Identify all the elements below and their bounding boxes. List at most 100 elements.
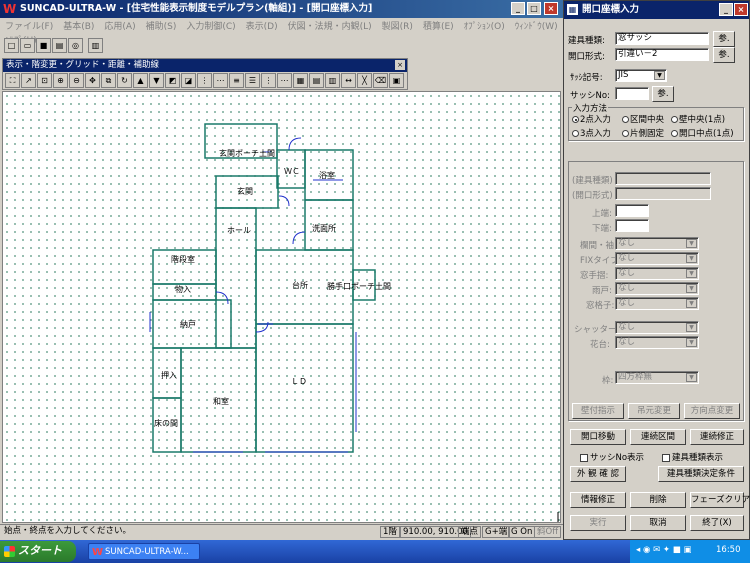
menu-estimate[interactable]: 積算(E) bbox=[418, 20, 459, 34]
floating-close-icon[interactable]: × bbox=[395, 60, 405, 70]
grid-3-icon[interactable]: ≡ bbox=[229, 73, 244, 88]
guide-clear-icon[interactable]: ▣ bbox=[389, 73, 404, 88]
radio-one-side-fixed[interactable]: 片側固定 bbox=[622, 127, 664, 139]
phase-clear-button[interactable]: フェーズクリア bbox=[690, 492, 750, 508]
exit-button[interactable]: 終了(X) bbox=[690, 515, 744, 531]
radio-opening-midpoint[interactable]: 開口中点(1点) bbox=[671, 127, 734, 139]
floor-select-icon[interactable]: ◩ bbox=[165, 73, 180, 88]
menu-drafting[interactable]: 製図(R) bbox=[377, 20, 418, 34]
fit-view-icon[interactable]: ⛶ bbox=[5, 73, 20, 88]
suncad-icon: W bbox=[92, 547, 104, 558]
window-rail-select: なし ▼ bbox=[615, 267, 699, 280]
guide-line-icon[interactable]: ╳ bbox=[357, 73, 372, 88]
label-hall: ホール bbox=[227, 226, 251, 235]
zoom-out-icon[interactable]: ⊖ bbox=[69, 73, 84, 88]
main-toolbar: □ ▭ ■ ▤ ◎ ▥ bbox=[4, 38, 104, 55]
opening-type-ref-button[interactable]: 参. bbox=[713, 47, 735, 63]
grid-1-icon[interactable]: ⋮ bbox=[197, 73, 212, 88]
info-edit-button[interactable]: 情報修正 bbox=[570, 492, 626, 508]
run-button[interactable]: 実行 bbox=[570, 515, 626, 531]
window-title: SUNCAD-ULTRA-W - [住宅性能表示制度モデルプラン(軸組)] - … bbox=[20, 3, 373, 14]
floor-copy-icon[interactable]: ◪ bbox=[181, 73, 196, 88]
maximize-button[interactable]: □ bbox=[527, 2, 541, 15]
direction-change-button[interactable]: 方向点変更 bbox=[684, 403, 740, 419]
panel-minimize-button[interactable]: _ bbox=[719, 3, 733, 16]
grid-2-icon[interactable]: ⋯ bbox=[213, 73, 228, 88]
floor-plan: 玄関ポーチ土間 ＷＣ 浴室 玄関 ホール 洗面所 階段室 物入 台所 勝手口ポー… bbox=[149, 123, 559, 522]
distance-icon[interactable]: ↔ bbox=[341, 73, 356, 88]
fixture-type-readonly-label: (建具種類) bbox=[572, 176, 613, 186]
menu-basic[interactable]: 基本(B) bbox=[58, 20, 99, 34]
continuous-section-button[interactable]: 連続区間 bbox=[630, 429, 686, 445]
bottom-edge-label: 下端: bbox=[592, 224, 612, 234]
grid-9-icon[interactable]: ▥ bbox=[325, 73, 340, 88]
sash-no-field[interactable] bbox=[615, 87, 649, 100]
menu-display[interactable]: 表示(D) bbox=[241, 20, 283, 34]
floor-down-icon[interactable]: ▼ bbox=[149, 73, 164, 88]
redraw-icon[interactable]: ↻ bbox=[117, 73, 132, 88]
menu-input-control[interactable]: 入力制御(C) bbox=[181, 20, 240, 34]
pan-icon[interactable]: ✥ bbox=[85, 73, 100, 88]
opening-type-field[interactable]: 引違い－2 bbox=[615, 48, 709, 61]
menu-window[interactable]: ｳｨﾝﾄﾞｳ(W) bbox=[510, 20, 563, 34]
radio-section-center-icon bbox=[622, 116, 629, 123]
top-edge-field[interactable] bbox=[615, 204, 649, 217]
bottom-edge-field[interactable] bbox=[615, 219, 649, 232]
fixture-type-display-checkbox[interactable]: 建具種類表示 bbox=[662, 451, 723, 463]
chevron-down-icon: ▼ bbox=[686, 284, 697, 293]
menu-plan[interactable]: 伏図・法規・内観(L) bbox=[283, 20, 377, 34]
book-icon[interactable]: ▥ bbox=[88, 38, 103, 53]
opening-move-button[interactable]: 開口移動 bbox=[570, 429, 626, 445]
radio-section-center[interactable]: 区間中央 bbox=[622, 113, 664, 125]
appearance-check-button[interactable]: 外 観 確 認 bbox=[570, 466, 626, 482]
grid-5-icon[interactable]: ⋮ bbox=[261, 73, 276, 88]
layer-icon[interactable]: ⧉ bbox=[101, 73, 116, 88]
hinge-change-button[interactable]: 吊元変更 bbox=[628, 403, 680, 419]
menu-aux[interactable]: 補助(S) bbox=[141, 20, 182, 34]
radio-wall-center[interactable]: 壁中央(1点) bbox=[671, 113, 725, 125]
taskbar-app-suncad[interactable]: W SUNCAD-ULTRA-W... bbox=[88, 543, 200, 560]
continuous-fix-button[interactable]: 連続修正 bbox=[690, 429, 744, 445]
grid-6-icon[interactable]: ⋯ bbox=[277, 73, 292, 88]
menu-options[interactable]: ｵﾌﾟｼｮﾝ(O) bbox=[459, 20, 510, 34]
start-button[interactable]: スタート bbox=[0, 541, 76, 562]
status-oblique: 斜Off bbox=[534, 526, 562, 538]
zoom-window-icon[interactable]: ↗ bbox=[21, 73, 36, 88]
cancel-button[interactable]: 取消 bbox=[630, 515, 686, 531]
guide-erase-icon[interactable]: ⌫ bbox=[373, 73, 388, 88]
sash-code-label: ｻｯｼ記号: bbox=[570, 73, 603, 83]
sash-no-display-checkbox[interactable]: サッシNo表示 bbox=[580, 451, 644, 463]
sash-code-select[interactable]: JIS ▼ bbox=[615, 69, 667, 82]
menu-apply[interactable]: 応用(A) bbox=[99, 20, 140, 34]
print-icon[interactable]: ▤ bbox=[52, 38, 67, 53]
radio-2point[interactable]: 2点入力 bbox=[572, 113, 611, 125]
grid-4-icon[interactable]: ☰ bbox=[245, 73, 260, 88]
door-swing-4 bbox=[215, 291, 229, 305]
fixture-type-field[interactable]: 窓サッシ bbox=[615, 32, 709, 45]
floating-toolbar-title: 表示・階変更・グリッド・距離・補助線 × bbox=[3, 59, 407, 72]
shutter-select: なし ▼ bbox=[615, 321, 699, 334]
grid-8-icon[interactable]: ▤ bbox=[309, 73, 324, 88]
wall-attach-button[interactable]: 壁付指示 bbox=[572, 403, 624, 419]
sash-no-ref-button[interactable]: 参. bbox=[652, 86, 674, 102]
menu-file[interactable]: ファイル(F) bbox=[0, 20, 58, 34]
save-icon[interactable]: ■ bbox=[36, 38, 51, 53]
open-folder-icon[interactable]: ▭ bbox=[20, 38, 35, 53]
minimize-button[interactable]: _ bbox=[511, 2, 525, 15]
zoom-area-icon[interactable]: ⊡ bbox=[37, 73, 52, 88]
new-file-icon[interactable]: □ bbox=[4, 38, 19, 53]
tray-icons[interactable]: ◂ ◉ ✉ ✦ ■ ▣ bbox=[636, 540, 692, 560]
fixture-type-ref-button[interactable]: 参. bbox=[713, 31, 735, 47]
close-button[interactable]: × bbox=[544, 2, 558, 15]
delete-button[interactable]: 削除 bbox=[630, 492, 686, 508]
panel-close-button[interactable]: × bbox=[734, 3, 748, 16]
cad-canvas[interactable]: 玄関ポーチ土間 ＷＣ 浴室 玄関 ホール 洗面所 階段室 物入 台所 勝手口ポー… bbox=[2, 91, 561, 523]
status-gplus: G+端 bbox=[482, 526, 511, 538]
frame-select: 四方枠無 ▼ bbox=[615, 371, 699, 384]
zoom-in-icon[interactable]: ⊕ bbox=[53, 73, 68, 88]
database-icon[interactable]: ◎ bbox=[68, 38, 83, 53]
grid-7-icon[interactable]: ▦ bbox=[293, 73, 308, 88]
radio-3point[interactable]: 3点入力 bbox=[572, 127, 611, 139]
floor-up-icon[interactable]: ▲ bbox=[133, 73, 148, 88]
fixture-condition-button[interactable]: 建具種類決定条件 bbox=[658, 466, 744, 482]
